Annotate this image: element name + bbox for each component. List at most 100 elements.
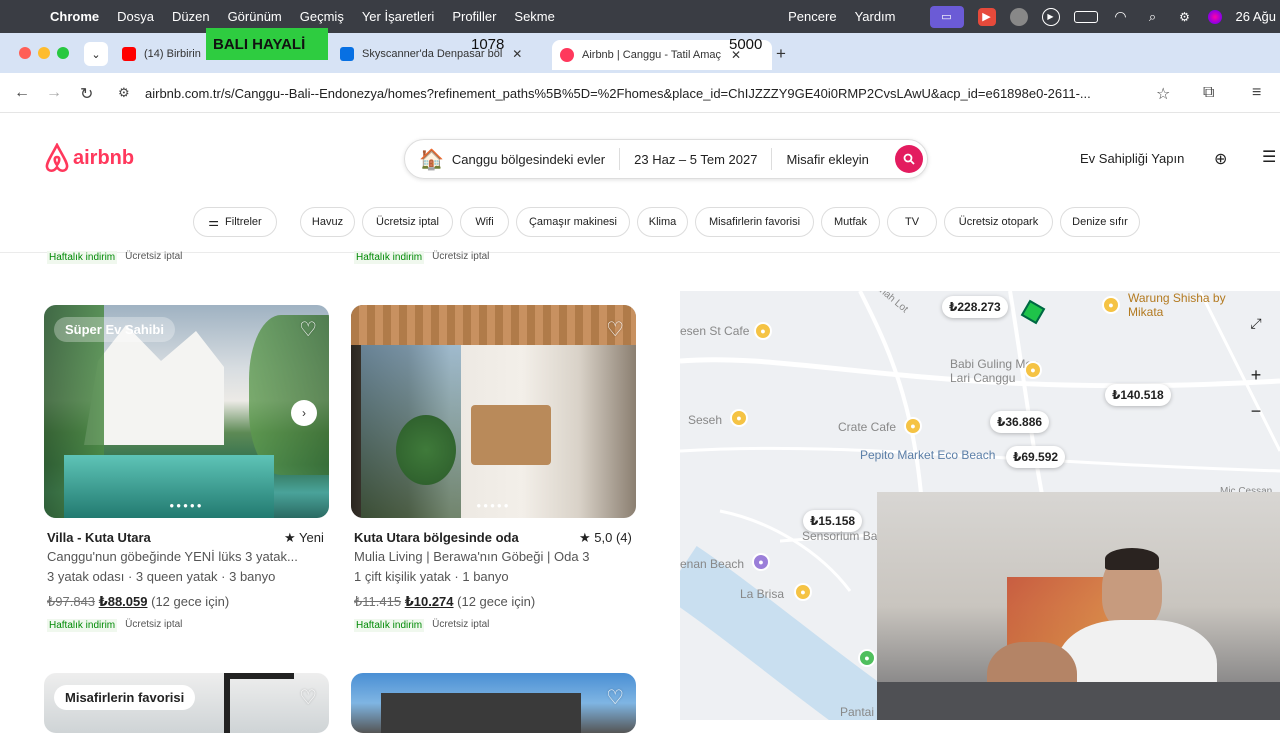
chip-free-parking[interactable]: Ücretsiz otopark xyxy=(944,207,1053,237)
chip-kitchen[interactable]: Mutfak xyxy=(821,207,880,237)
restaurant-poi-icon[interactable]: ● xyxy=(1102,296,1120,314)
airbnb-logo[interactable]: airbnb xyxy=(43,143,134,173)
bookmark-star-icon[interactable]: ☆ xyxy=(1156,84,1170,104)
close-window-button[interactable] xyxy=(19,47,31,59)
new-price[interactable]: ₺88.059 xyxy=(99,594,148,609)
map-price-pin[interactable]: ₺140.518 xyxy=(1105,384,1171,406)
search-button[interactable] xyxy=(895,145,923,173)
chip-washer[interactable]: Çamaşır makinesi xyxy=(516,207,630,237)
app-icon[interactable]: ▶ xyxy=(977,7,996,26)
menu-app-name[interactable]: Chrome xyxy=(50,9,99,24)
globe-icon[interactable]: ⊕ xyxy=(1214,149,1227,169)
reload-icon[interactable]: ↻ xyxy=(80,84,93,104)
menu-window[interactable]: Pencere xyxy=(788,9,836,24)
search-bar[interactable]: 🏠 Canggu bölgesindeki evler 23 Haz – 5 T… xyxy=(404,139,928,179)
chip-guest-favorite[interactable]: Misafirlerin favorisi xyxy=(695,207,814,237)
listing-title[interactable]: Villa - Kuta Utara xyxy=(47,530,151,545)
poi-seseh[interactable]: Seseh xyxy=(688,413,722,427)
park-poi-icon[interactable]: ● xyxy=(858,649,876,667)
poi-warung-shisha[interactable]: Warung Shisha by Mikata xyxy=(1128,291,1238,319)
heart-icon[interactable]: ♡ xyxy=(606,685,624,710)
chip-free-cancel[interactable]: Ücretsiz iptal xyxy=(362,207,453,237)
search-guests[interactable]: Misafir ekleyin xyxy=(772,148,882,170)
maximize-window-button[interactable] xyxy=(57,47,69,59)
search-dates[interactable]: 23 Haz – 5 Tem 2027 xyxy=(620,148,773,170)
free-cancel-tag: Ücretsiz iptal xyxy=(432,251,490,262)
map-price-pin[interactable]: ₺228.273 xyxy=(942,296,1008,318)
free-cancel-tag: Ücretsiz iptal xyxy=(432,619,490,630)
next-photo-arrow-icon[interactable]: › xyxy=(291,400,317,426)
new-tab-plus-icon[interactable]: + xyxy=(776,44,786,64)
beach-poi-icon[interactable]: ● xyxy=(752,553,770,571)
back-arrow-icon[interactable]: ← xyxy=(14,84,30,102)
tab-skyscanner[interactable]: Skyscanner'da Denpasar böl ✕ xyxy=(340,40,545,68)
site-settings-icon[interactable]: ⚙ xyxy=(118,85,130,101)
cafe-poi-icon[interactable]: ● xyxy=(730,409,748,427)
map-price-pin[interactable]: ₺69.592 xyxy=(1006,446,1066,468)
heart-icon[interactable]: ♡ xyxy=(606,317,624,342)
heart-icon[interactable]: ♡ xyxy=(299,317,317,342)
listing-photo-4[interactable]: ♡ xyxy=(351,673,636,733)
cafe-poi-icon[interactable]: ● xyxy=(904,417,922,435)
new-price[interactable]: ₺10.274 xyxy=(405,594,454,609)
listing-photo-2[interactable]: ♡ ●●●●● xyxy=(351,305,636,518)
play-icon[interactable]: ▶ xyxy=(1041,7,1060,26)
search-location[interactable]: Canggu bölgesindeki evler xyxy=(444,148,621,170)
poi-st-cafe[interactable]: esen St Cafe xyxy=(680,324,749,338)
menu-bookmarks[interactable]: Yer İşaretleri xyxy=(362,9,435,24)
control-center-icon[interactable]: ⚙ xyxy=(1176,8,1194,26)
chip-ac[interactable]: Klima xyxy=(637,207,688,237)
menu-view[interactable]: Görünüm xyxy=(228,9,282,24)
filters-button[interactable]: ⚌ Filtreler xyxy=(193,207,277,237)
menu-profiles[interactable]: Profiller xyxy=(452,9,496,24)
battery-icon[interactable] xyxy=(1073,10,1098,23)
screen-record-icon[interactable]: ▭ xyxy=(929,5,964,28)
listing-title[interactable]: Kuta Utara bölgesinde oda xyxy=(354,530,519,545)
photo-dots: ●●●●● xyxy=(476,501,511,510)
become-host-link[interactable]: Ev Sahipliği Yapın xyxy=(1080,151,1184,166)
sliders-icon: ⚌ xyxy=(208,215,220,229)
poi-crate-cafe[interactable]: Crate Cafe xyxy=(838,420,896,434)
zoom-in-icon[interactable]: + xyxy=(1242,361,1270,389)
extensions-icon[interactable]: ⧉ xyxy=(1203,84,1214,102)
cafe-poi-icon[interactable]: ● xyxy=(754,322,772,340)
poi-beach[interactable]: enan Beach xyxy=(680,557,744,571)
poi-sensorium[interactable]: Sensorium Bali xyxy=(802,529,883,543)
restaurant-poi-icon[interactable]: ● xyxy=(794,583,812,601)
close-tab-icon[interactable]: ✕ xyxy=(512,47,522,61)
menu-help[interactable]: Yardım xyxy=(855,9,896,24)
forward-arrow-icon[interactable]: → xyxy=(46,84,62,102)
tab-search-chevron-icon[interactable]: ⌄ xyxy=(84,42,108,66)
poi-babi-guling[interactable]: Babi Guling Men Lari Canggu xyxy=(950,357,1060,385)
reading-list-icon[interactable]: ≡ xyxy=(1252,84,1261,102)
chip-beachfront[interactable]: Denize sıfır xyxy=(1060,207,1140,237)
spotlight-icon[interactable]: ⌕ xyxy=(1144,8,1162,26)
menu-file[interactable]: Dosya xyxy=(117,9,154,24)
poi-pepito-market[interactable]: Pepito Market Eco Beach xyxy=(860,448,995,462)
chip-tv[interactable]: TV xyxy=(887,207,937,237)
menu-edit[interactable]: Düzen xyxy=(172,9,210,24)
map-price-pin[interactable]: ₺36.886 xyxy=(990,411,1050,433)
menu-history[interactable]: Geçmiş xyxy=(300,9,344,24)
chip-pool[interactable]: Havuz xyxy=(300,207,355,237)
poi-pantai[interactable]: Pantai xyxy=(840,705,874,719)
restaurant-poi-icon[interactable]: ● xyxy=(1024,361,1042,379)
avatar-icon[interactable] xyxy=(1009,7,1028,26)
hamburger-menu-icon[interactable]: ☰ xyxy=(1262,147,1276,167)
listing-photo-1[interactable]: Süper Ev Sahibi ♡ › ●●●●● xyxy=(44,305,329,518)
fullscreen-map-icon[interactable]: ⤢ xyxy=(1242,309,1270,337)
youtube-favicon-icon xyxy=(122,47,136,61)
chip-wifi[interactable]: Wifi xyxy=(460,207,509,237)
minimize-window-button[interactable] xyxy=(38,47,50,59)
heart-icon[interactable]: ♡ xyxy=(299,685,317,710)
siri-icon[interactable] xyxy=(1207,9,1222,24)
menu-tab[interactable]: Sekme xyxy=(514,9,554,24)
tab-youtube[interactable]: (14) Birbirin xyxy=(122,40,206,68)
clock-date[interactable]: 26 Ağu xyxy=(1236,9,1277,24)
zoom-out-icon[interactable]: − xyxy=(1242,397,1270,425)
poi-la-brisa[interactable]: La Brisa xyxy=(740,587,784,601)
wifi-icon[interactable]: ◠ xyxy=(1112,8,1130,26)
url-field[interactable]: airbnb.com.tr/s/Canggu--Bali--Endonezya/… xyxy=(145,79,1225,107)
macos-menubar: Chrome Dosya Düzen Görünüm Geçmiş Yer İş… xyxy=(0,0,1280,33)
listing-photo-3[interactable]: Misafirlerin favorisi ♡ xyxy=(44,673,329,733)
